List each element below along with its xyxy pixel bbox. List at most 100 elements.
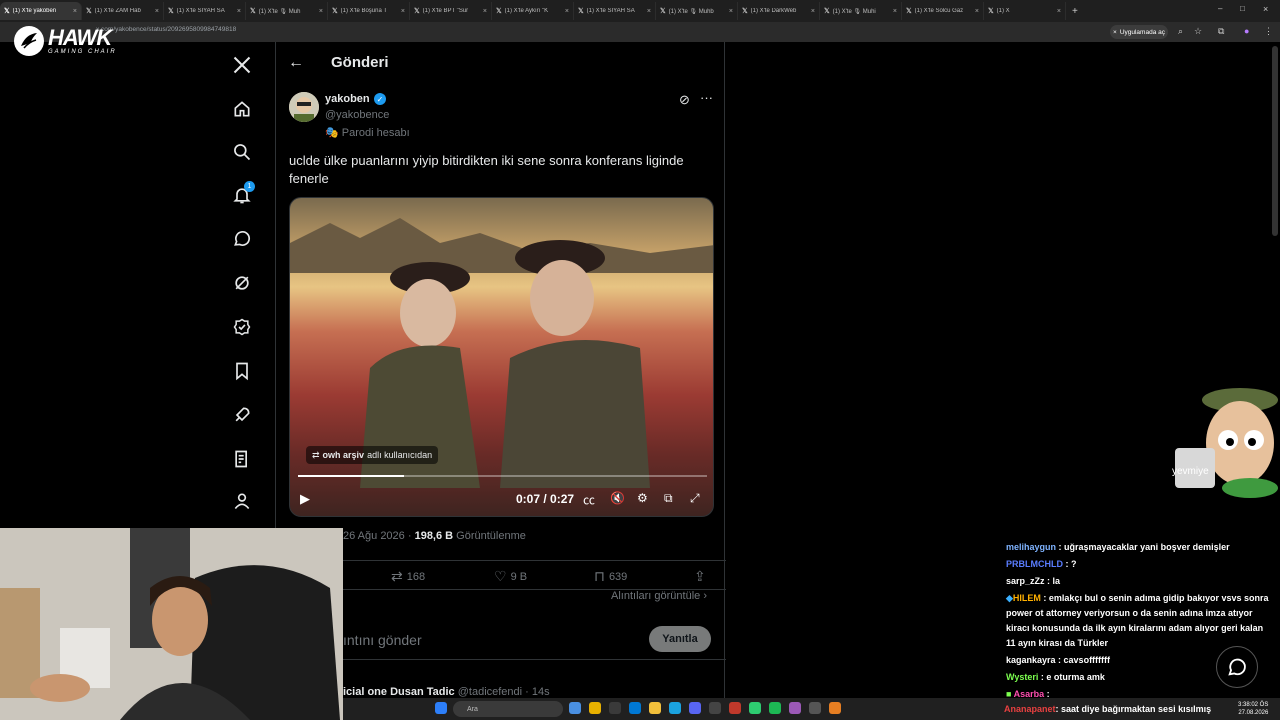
captions-icon[interactable]: ㏄ — [583, 491, 595, 508]
nav-notifications[interactable]: 1 — [220, 180, 264, 210]
back-arrow-icon[interactable]: ← — [288, 54, 304, 72]
folder-icon[interactable] — [649, 702, 661, 714]
nav-messages[interactable] — [220, 224, 264, 254]
windows-start-icon[interactable] — [435, 702, 447, 714]
browser-tab[interactable]: 𝕏 (1) X'te ZAM Hab × — [82, 2, 164, 20]
nav-verified[interactable] — [220, 312, 264, 342]
reply-input[interactable]: ıntını gönder — [343, 632, 422, 648]
browser-tab[interactable]: 𝕏 (1) X'te SİYAH SA × — [574, 2, 656, 20]
user-icon — [234, 493, 250, 510]
browser-tab[interactable]: 𝕏 (1) X'te Boşuna T × — [328, 2, 410, 20]
notification-badge: 1 — [244, 181, 255, 192]
app-icon[interactable] — [629, 702, 641, 714]
browser-tab[interactable]: 𝕏 (1) X'te Solcu Gaz × — [902, 2, 984, 20]
mask-icon: 🎭 — [325, 127, 339, 139]
rocket-icon — [235, 407, 250, 422]
open-in-app-button[interactable]: × Uygulamada aç — [1110, 25, 1168, 39]
close-icon[interactable]: × — [155, 8, 159, 15]
reply-button[interactable]: Yanıtla — [649, 626, 711, 652]
new-tab-icon[interactable]: + — [1072, 6, 1078, 17]
app-icon[interactable] — [809, 702, 821, 714]
view-quotes-link[interactable]: Alıntıları görüntüle › — [611, 590, 707, 602]
close-icon[interactable]: × — [73, 8, 77, 15]
more-options-icon[interactable]: ··· — [700, 90, 713, 105]
close-icon[interactable]: × — [1057, 8, 1061, 15]
video-player[interactable]: ⇄ owh arşiv adlı kullanıcıdan ▶ 0:07 / 0:2… — [289, 197, 714, 517]
app-icon[interactable] — [749, 702, 761, 714]
bookmark-button[interactable]: ⊓ 639 — [594, 568, 627, 585]
browser-tab[interactable]: 𝕏 (1) X'te 🎙 Muhb × — [656, 2, 738, 20]
menu-icon[interactable]: ⋮ — [1264, 26, 1273, 37]
star-icon[interactable]: ☆ — [1194, 26, 1202, 37]
extensions-icon[interactable]: ⧉ — [1218, 26, 1224, 37]
nav-home[interactable] — [220, 94, 264, 124]
brand-subtitle: GAMING CHAIR — [48, 49, 117, 55]
browser-tab[interactable]: 𝕏 (1) X'te BPT "Sur × — [410, 2, 492, 20]
zoom-icon[interactable]: ⌕ — [1178, 26, 1183, 37]
nav-bookmarks[interactable] — [220, 356, 264, 386]
browser-tab[interactable]: 𝕏 (1) X'te 🎙 Muhi × — [820, 2, 902, 20]
discord-icon[interactable] — [689, 702, 701, 714]
profile-icon[interactable]: ● — [1244, 26, 1249, 36]
close-icon[interactable]: × — [483, 8, 487, 15]
close-window-icon[interactable]: × — [1263, 4, 1268, 14]
x-logo-icon: 𝕏 — [742, 8, 748, 15]
hawk-logo: HAWK GAMING CHAIR — [14, 26, 117, 56]
parody-label: 🎭 Parodi hesabı — [325, 127, 410, 139]
reply-item[interactable]: icial one Dusan Tadic @tadicefendi · 14s — [343, 686, 550, 698]
scrollbar[interactable] — [1272, 46, 1278, 236]
video-progress-bar[interactable] — [298, 475, 707, 477]
mute-icon[interactable]: 🔇 — [610, 491, 625, 505]
taskbar-clock[interactable]: 3:38:02 ÖS 27.08.2026 — [1238, 701, 1268, 717]
nav-jobs[interactable] — [220, 400, 264, 430]
close-icon[interactable]: × — [319, 8, 323, 15]
chrome-icon[interactable] — [589, 702, 601, 714]
app-icon[interactable] — [729, 702, 741, 714]
settings-icon[interactable]: ⚙ — [637, 491, 648, 505]
pip-icon[interactable]: ⧉ — [664, 491, 673, 506]
close-icon[interactable]: × — [565, 8, 569, 15]
app-icon[interactable] — [709, 702, 721, 714]
close-icon[interactable]: × — [893, 8, 897, 15]
close-icon[interactable]: × — [811, 8, 815, 15]
author-name[interactable]: yakoben — [325, 93, 370, 105]
app-icon[interactable] — [609, 702, 621, 714]
app-icon[interactable] — [669, 702, 681, 714]
close-icon[interactable]: × — [975, 8, 979, 15]
taskbar-search[interactable]: Ara — [453, 701, 563, 717]
browser-tab[interactable]: 𝕏 (1) X'te 🎙 Muh × — [246, 2, 328, 20]
close-icon[interactable]: × — [401, 8, 405, 15]
fullscreen-icon[interactable]: ⤢ — [690, 491, 700, 506]
maximize-icon[interactable]: □ — [1240, 4, 1245, 13]
app-icon[interactable] — [569, 702, 581, 714]
nav-lists[interactable] — [220, 444, 264, 474]
browser-tab[interactable]: 𝕏 (1) X'te SİYAH SA × — [164, 2, 246, 20]
browser-tab[interactable]: 𝕏 (1) X'te Aykırı "K × — [492, 2, 574, 20]
browser-tab[interactable]: 𝕏 (1) X'te DarkWeb × — [738, 2, 820, 20]
like-button[interactable]: ♡ 9 B — [494, 568, 527, 585]
close-icon[interactable]: × — [647, 8, 651, 15]
play-icon[interactable]: ▶ — [300, 491, 310, 507]
app-icon[interactable] — [789, 702, 801, 714]
nav-profile[interactable] — [220, 486, 264, 516]
spotify-icon[interactable] — [769, 702, 781, 714]
browser-tab[interactable]: 𝕏 (1) X × — [984, 2, 1066, 20]
repost-button[interactable]: ⇄ 168 — [391, 568, 425, 585]
x-logo-button[interactable] — [220, 50, 264, 80]
author-handle[interactable]: @yakobence — [325, 109, 389, 121]
share-button[interactable]: ⇪ — [694, 568, 706, 585]
url-field[interactable]: x.com/yakobence/status/20926958099847498… — [96, 26, 236, 33]
video-progress-fill — [298, 475, 405, 477]
minimize-icon[interactable]: – — [1218, 4, 1222, 13]
x-logo-icon: 𝕏 — [250, 8, 256, 15]
chat-bubble-button[interactable] — [1216, 646, 1258, 688]
avatar[interactable] — [289, 92, 319, 122]
nav-grok[interactable] — [220, 268, 264, 298]
close-icon[interactable]: × — [729, 8, 733, 15]
chat-message: melihaygun : uğraşmayacaklar yani boşver… — [1006, 542, 1230, 552]
browser-tab[interactable]: 𝕏 (1) X'te yakoben × — [0, 2, 82, 20]
grok-icon[interactable]: ⊘ — [679, 92, 690, 108]
app-icon[interactable] — [829, 702, 841, 714]
close-icon[interactable]: × — [237, 8, 241, 15]
nav-explore[interactable] — [220, 137, 264, 167]
